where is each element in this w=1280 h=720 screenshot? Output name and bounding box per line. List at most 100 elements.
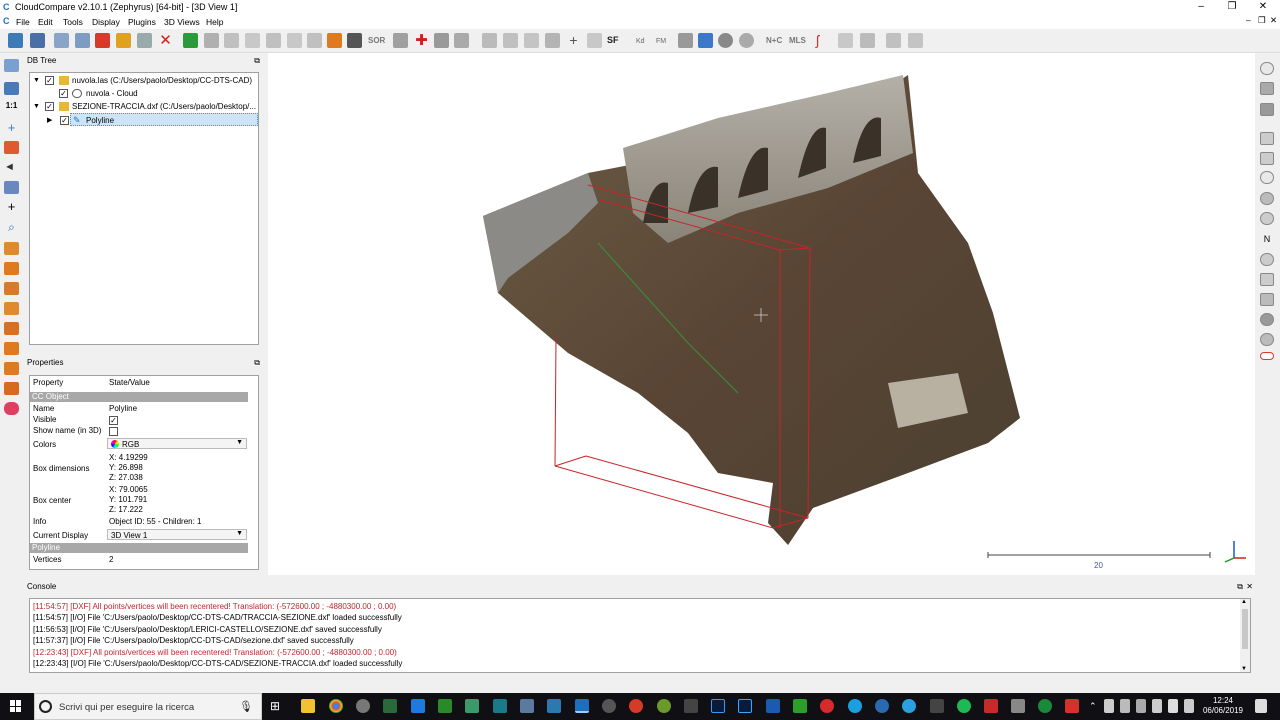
screen-icon[interactable]: [698, 33, 713, 48]
notifications-icon[interactable]: [1255, 699, 1267, 713]
cloudcompare-task-icon[interactable]: [575, 699, 589, 713]
plane-icon[interactable]: [1260, 212, 1274, 225]
tray-icon[interactable]: [1136, 699, 1146, 713]
menu-tools[interactable]: Tools: [63, 17, 83, 27]
app-icon[interactable]: [1038, 699, 1052, 713]
iso-back-icon[interactable]: [4, 382, 19, 395]
app-icon[interactable]: [875, 699, 889, 713]
float-icon[interactable]: ⧉: [254, 55, 260, 66]
tray-icon[interactable]: [1104, 699, 1114, 713]
app-icon[interactable]: [520, 699, 534, 713]
shield-icon[interactable]: [1260, 192, 1274, 205]
minimize-icon[interactable]: –: [1186, 0, 1216, 15]
record-icon[interactable]: [820, 699, 834, 713]
menu-file[interactable]: File: [16, 17, 30, 27]
distance-icon[interactable]: [307, 33, 322, 48]
app-icon[interactable]: [602, 699, 616, 713]
compass-icon[interactable]: [1260, 171, 1274, 184]
autocad-icon[interactable]: [411, 699, 425, 713]
float-icon[interactable]: ⧉: [254, 357, 260, 368]
expand-icon[interactable]: ▼: [33, 74, 40, 87]
scalar-field-icon[interactable]: [482, 33, 497, 48]
show-name-checkbox[interactable]: [109, 427, 118, 436]
sphere-icon[interactable]: [718, 33, 733, 48]
menu-help[interactable]: Help: [206, 17, 223, 27]
app-icon[interactable]: [465, 699, 479, 713]
tool-b-icon[interactable]: [1260, 152, 1274, 165]
tool-f-icon[interactable]: [1260, 333, 1274, 346]
app-icon[interactable]: [438, 699, 452, 713]
app-menu-icon[interactable]: C: [3, 16, 10, 26]
mdi-minimize-icon[interactable]: –: [1246, 15, 1251, 25]
menu-3d-views[interactable]: 3D Views: [164, 17, 200, 27]
globe-icon[interactable]: [739, 33, 754, 48]
registration-icon[interactable]: [266, 33, 281, 48]
delete-sf-icon[interactable]: [587, 33, 602, 48]
crop-icon[interactable]: [245, 33, 260, 48]
app-icon[interactable]: [793, 699, 807, 713]
menu-plugins[interactable]: Plugins: [128, 17, 156, 27]
app-icon[interactable]: [657, 699, 671, 713]
menu-edit[interactable]: Edit: [38, 17, 53, 27]
kd-tree-icon[interactable]: Kd: [636, 33, 650, 48]
rotate-icon[interactable]: [434, 33, 449, 48]
spotify-icon[interactable]: [957, 699, 971, 713]
sf-arithmetic-icon[interactable]: [545, 33, 560, 48]
add-sf-icon[interactable]: +: [566, 33, 581, 48]
fit-icon[interactable]: [204, 33, 219, 48]
point-picking-icon[interactable]: [224, 33, 239, 48]
filter-icon[interactable]: [524, 33, 539, 48]
tool-a-icon[interactable]: [1260, 132, 1274, 145]
save-icon[interactable]: [30, 33, 45, 48]
layer-icon[interactable]: [1260, 82, 1274, 95]
qanimation-icon[interactable]: ʃ: [816, 33, 831, 48]
tray-icon[interactable]: [1120, 699, 1130, 713]
visible-checkbox[interactable]: ✓: [109, 416, 118, 425]
shade-icon[interactable]: [1260, 103, 1274, 116]
qhpr-icon[interactable]: [838, 33, 853, 48]
app-icon[interactable]: [1011, 699, 1025, 713]
canupo-icon[interactable]: [886, 33, 901, 48]
tool-e-icon[interactable]: [1260, 293, 1274, 306]
app-icon[interactable]: [930, 699, 944, 713]
center-icon[interactable]: +: [4, 200, 19, 214]
normals-curvature-icon[interactable]: N+C: [766, 33, 786, 48]
tray-icon[interactable]: [1152, 699, 1162, 713]
3d-view[interactable]: 20: [268, 53, 1255, 575]
right-view-icon[interactable]: [4, 302, 19, 315]
app-icon[interactable]: [684, 699, 698, 713]
app-icon[interactable]: [629, 699, 643, 713]
camera-icon[interactable]: [4, 82, 19, 95]
no-entry-icon[interactable]: [1260, 62, 1274, 75]
ellipse-icon[interactable]: [1260, 352, 1274, 360]
microphone-icon[interactable]: 🎙: [239, 700, 253, 713]
tool-c-icon[interactable]: [1260, 253, 1274, 266]
mdi-close-icon[interactable]: ✕: [1270, 15, 1277, 26]
iso-front-icon[interactable]: [4, 362, 19, 375]
qbroom-icon[interactable]: [860, 33, 875, 48]
point-list-icon[interactable]: ✚: [414, 33, 429, 48]
tool-icon[interactable]: [678, 33, 693, 48]
open-icon[interactable]: [8, 33, 23, 48]
app-icon[interactable]: [493, 699, 507, 713]
measure-icon[interactable]: [454, 33, 469, 48]
menu-display[interactable]: Display: [92, 17, 120, 27]
lightroom-icon[interactable]: [711, 699, 725, 713]
sphere-tool-icon[interactable]: [1260, 313, 1274, 326]
top-view-icon[interactable]: [4, 262, 19, 275]
checkbox[interactable]: ✓: [60, 116, 69, 125]
sf-icon[interactable]: SF: [607, 33, 624, 48]
align-icon[interactable]: [287, 33, 302, 48]
checkbox[interactable]: ✓: [45, 102, 54, 111]
close-icon[interactable]: ✕: [1248, 0, 1278, 15]
tray-icon[interactable]: [1168, 699, 1178, 713]
classify-icon[interactable]: [908, 33, 923, 48]
fm-icon[interactable]: FM: [656, 33, 670, 48]
app-icon[interactable]: [547, 699, 561, 713]
clone-icon[interactable]: [54, 33, 69, 48]
tree-item-cloud[interactable]: ✓ nuvola - Cloud: [30, 87, 258, 100]
app-icon[interactable]: [766, 699, 780, 713]
auto-pivot-icon[interactable]: [4, 141, 19, 154]
north-icon[interactable]: N: [1260, 233, 1274, 246]
app-icon[interactable]: [984, 699, 998, 713]
